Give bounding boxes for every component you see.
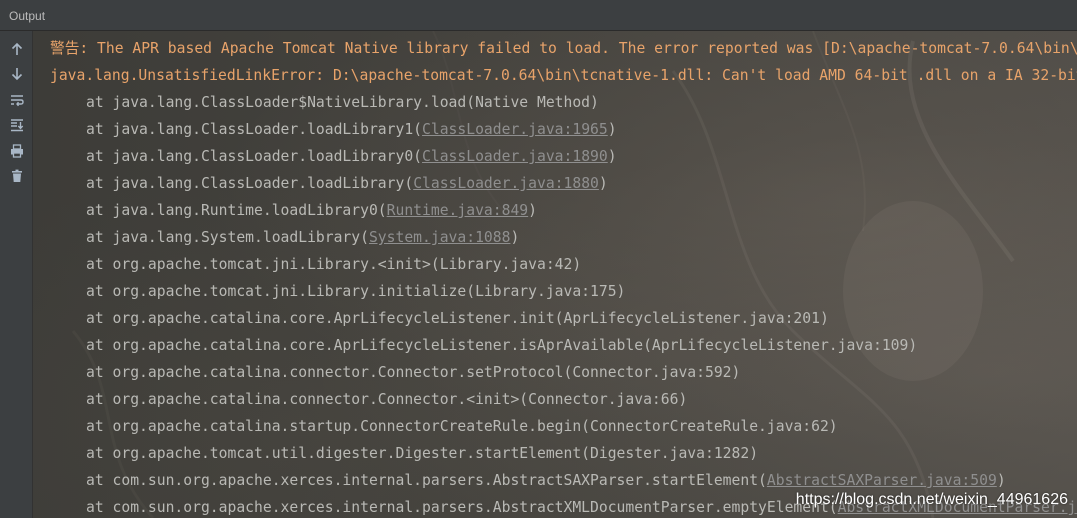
frame-text-suffix: ) — [607, 148, 617, 165]
soft-wrap-icon — [10, 93, 24, 107]
frame-text: at java.lang.ClassLoader.loadLibrary0( — [86, 148, 423, 165]
frame-text: at com.sun.org.apache.xerces.internal.pa… — [86, 499, 838, 516]
stack-frame-line: at org.apache.tomcat.util.digester.Diges… — [50, 440, 1077, 467]
console-lines: 警告: The APR based Apache Tomcat Native l… — [50, 35, 1077, 518]
frame-text: at java.lang.ClassLoader.loadLibrary( — [86, 175, 414, 192]
source-link[interactable]: ClassLoader.java:1880 — [413, 175, 599, 192]
stack-frame-line: at org.apache.catalina.startup.Connector… — [50, 413, 1077, 440]
frame-text: at org.apache.catalina.connector.Connect… — [86, 364, 741, 381]
frame-text-suffix: ) — [607, 121, 617, 138]
stack-frame-line: at java.lang.ClassLoader$NativeLibrary.l… — [50, 89, 1077, 116]
console-line: java.lang.UnsatisfiedLinkError: D:\apach… — [50, 67, 1077, 84]
stack-frame-line: at org.apache.catalina.core.AprLifecycle… — [50, 305, 1077, 332]
stack-frame-line: at java.lang.ClassLoader.loadLibrary0(Cl… — [50, 143, 1077, 170]
panel-title: Output — [9, 9, 46, 23]
frame-text: at org.apache.tomcat.jni.Library.<init>(… — [86, 256, 582, 273]
trash-icon — [10, 169, 24, 183]
output-title-bar: Output — [0, 0, 1077, 31]
stack-frame-line: at org.apache.catalina.connector.Connect… — [50, 359, 1077, 386]
stack-frame-line: at org.apache.tomcat.jni.Library.<init>(… — [50, 251, 1077, 278]
down-stack-trace-button[interactable] — [8, 65, 26, 83]
frame-text: at org.apache.catalina.core.AprLifecycle… — [86, 310, 829, 327]
watermark-text: https://blog.csdn.net/weixin_44961626 — [795, 491, 1068, 508]
soft-wrap-button[interactable] — [8, 91, 26, 109]
print-button[interactable] — [8, 142, 26, 160]
stack-frame-line: at com.sun.org.apache.xerces.internal.pa… — [50, 467, 1077, 494]
stack-frame-line: at java.lang.ClassLoader.loadLibrary(Cla… — [50, 170, 1077, 197]
frame-text: at java.lang.System.loadLibrary( — [86, 229, 369, 246]
print-icon — [10, 144, 24, 158]
stack-frame-line: at java.lang.ClassLoader.loadLibrary1(Cl… — [50, 116, 1077, 143]
arrow-up-icon — [10, 42, 24, 56]
frame-text: at org.apache.catalina.startup.Connector… — [86, 418, 838, 435]
source-link[interactable]: ClassLoader.java:1890 — [422, 148, 608, 165]
frame-text-suffix: ) — [510, 229, 520, 246]
console-toolbar — [0, 31, 33, 518]
console-line: 警告: The APR based Apache Tomcat Native l… — [50, 40, 1077, 57]
frame-text: at org.apache.catalina.connector.Connect… — [86, 391, 688, 408]
stack-frame-line: at java.lang.System.loadLibrary(System.j… — [50, 224, 1077, 251]
frame-text-suffix: ) — [528, 202, 537, 219]
stack-frame-line: at java.lang.Runtime.loadLibrary0(Runtim… — [50, 197, 1077, 224]
frame-text-suffix: ) — [996, 472, 1006, 489]
console-output[interactable]: 警告: The APR based Apache Tomcat Native l… — [33, 31, 1077, 518]
source-link[interactable]: Runtime.java:849 — [387, 202, 528, 219]
source-link[interactable]: ClassLoader.java:1965 — [422, 121, 608, 138]
arrow-down-icon — [10, 67, 24, 81]
frame-text: at java.lang.ClassLoader.loadLibrary1( — [86, 121, 423, 138]
frame-text: at java.lang.Runtime.loadLibrary0( — [86, 202, 387, 219]
stack-frame-line: at org.apache.catalina.core.AprLifecycle… — [50, 332, 1077, 359]
frame-text-suffix: ) — [598, 175, 608, 192]
clear-all-button[interactable] — [8, 167, 26, 185]
frame-text: at org.apache.catalina.core.AprLifecycle… — [86, 337, 918, 354]
scroll-to-end-button[interactable] — [8, 116, 26, 134]
frame-text: at org.apache.tomcat.util.digester.Diges… — [86, 445, 759, 462]
output-window: Output 警告: The APR based Apache Tomcat N… — [0, 0, 1077, 518]
source-link[interactable]: AbstractSAXParser.java:509 — [767, 472, 997, 489]
frame-text: at com.sun.org.apache.xerces.internal.pa… — [86, 472, 767, 489]
stack-frame-line: at org.apache.tomcat.jni.Library.initial… — [50, 278, 1077, 305]
source-link[interactable]: System.java:1088 — [369, 229, 510, 246]
frame-text: at org.apache.tomcat.jni.Library.initial… — [86, 283, 626, 300]
scroll-to-end-icon — [10, 118, 24, 132]
frame-text: at java.lang.ClassLoader$NativeLibrary.l… — [86, 94, 599, 111]
stack-frame-line: at org.apache.catalina.connector.Connect… — [50, 386, 1077, 413]
up-stack-trace-button[interactable] — [8, 40, 26, 58]
